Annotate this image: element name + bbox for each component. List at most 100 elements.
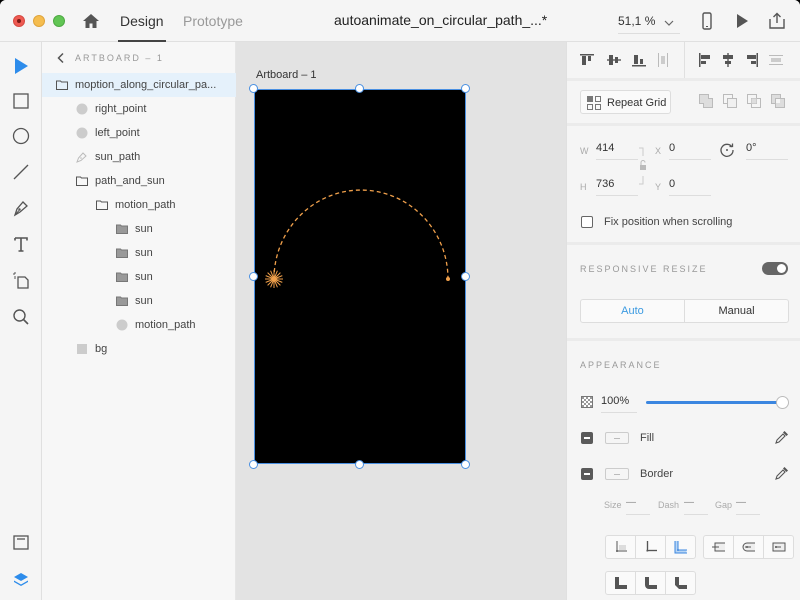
home-icon[interactable] <box>82 12 100 30</box>
align-center-icon[interactable] <box>720 52 736 68</box>
opacity-input[interactable]: 100% <box>601 395 637 413</box>
square-cap-button[interactable] <box>764 536 794 558</box>
minimize-window-button[interactable] <box>33 15 45 27</box>
artboard-label[interactable]: Artboard – 1 <box>256 69 317 81</box>
text-tool-icon[interactable] <box>12 235 30 253</box>
resize-handle-bottom-right[interactable] <box>461 460 470 469</box>
layer-item[interactable]: left_point <box>42 121 236 145</box>
opacity-icon <box>581 396 593 408</box>
align-right-icon[interactable] <box>744 52 760 68</box>
artboard[interactable] <box>254 89 466 464</box>
pen-tool-icon[interactable] <box>12 199 30 217</box>
layer-item[interactable]: motion_path <box>42 193 236 217</box>
tab-prototype[interactable]: Prototype <box>183 12 243 42</box>
stroke-join-group <box>605 571 696 595</box>
align-bottom-icon[interactable] <box>631 52 647 68</box>
intersect-icon[interactable] <box>746 93 762 109</box>
artboard-artwork <box>265 189 450 288</box>
y-input[interactable]: 0 <box>669 178 711 196</box>
chevron-left-icon[interactable] <box>56 52 66 64</box>
distribute-horizontal-icon[interactable] <box>768 52 784 68</box>
layer-item[interactable]: sun <box>42 289 236 313</box>
select-tool-icon[interactable] <box>12 57 30 75</box>
fill-color-swatch[interactable] <box>605 432 629 444</box>
width-input[interactable]: 414 <box>596 142 638 160</box>
fill-toggle-checkbox[interactable] <box>581 432 593 444</box>
ellipse-tool-icon[interactable] <box>12 127 30 145</box>
layers-panel-icon[interactable] <box>12 571 30 589</box>
round-join-button[interactable] <box>636 572 666 594</box>
device-preview-icon[interactable] <box>698 12 716 30</box>
bevel-join-button[interactable] <box>666 572 696 594</box>
layer-item[interactable]: moption_along_circular_pa... <box>42 73 236 97</box>
fill-eyedropper-icon[interactable] <box>774 430 789 445</box>
lock-aspect-icon[interactable] <box>639 146 649 186</box>
repeat-grid-button[interactable]: Repeat Grid <box>580 90 671 114</box>
align-left-icon[interactable] <box>697 52 713 68</box>
artboard-tool-icon[interactable] <box>12 271 30 289</box>
zoom-level-dropdown[interactable]: 51,1 % <box>618 14 680 34</box>
maximize-window-button[interactable] <box>53 15 65 27</box>
layers-header: ARTBOARD – 1 <box>42 50 236 68</box>
layer-item[interactable]: sun <box>42 241 236 265</box>
design-canvas[interactable]: Artboard – 1 <box>236 42 566 600</box>
subtract-icon[interactable] <box>722 93 738 109</box>
dash-value: — <box>684 497 694 508</box>
resize-handle-left[interactable] <box>249 272 258 281</box>
rotation-input[interactable]: 0° <box>746 142 788 160</box>
opacity-slider-thumb[interactable] <box>776 396 789 409</box>
opacity-slider-track[interactable] <box>646 401 783 404</box>
round-cap-button[interactable] <box>734 536 764 558</box>
resize-handle-top-left[interactable] <box>249 84 258 93</box>
rotation-value: 0° <box>746 142 757 154</box>
gap-input[interactable]: — <box>736 497 760 515</box>
layer-item[interactable]: sun <box>42 265 236 289</box>
gap-label: Gap <box>715 500 733 510</box>
close-window-button[interactable] <box>13 15 25 27</box>
resize-mode-manual[interactable]: Manual <box>685 300 788 322</box>
resize-handle-top-right[interactable] <box>461 84 470 93</box>
border-size-input[interactable]: — <box>626 497 650 515</box>
play-icon[interactable] <box>733 12 751 30</box>
resize-mode-auto[interactable]: Auto <box>581 300 685 322</box>
zoom-tool-icon[interactable] <box>12 308 30 326</box>
bevel-join-icon <box>675 577 687 589</box>
layer-item[interactable]: sun_path <box>42 145 236 169</box>
width-label: W <box>580 146 589 156</box>
layer-item[interactable]: path_and_sun <box>42 169 236 193</box>
layer-item[interactable]: right_point <box>42 97 236 121</box>
dash-input[interactable]: — <box>684 497 708 515</box>
layer-item[interactable]: sun <box>42 217 236 241</box>
border-color-swatch[interactable] <box>605 468 629 480</box>
add-union-icon[interactable] <box>698 93 714 109</box>
miter-join-button[interactable] <box>606 572 636 594</box>
distribute-vertical-icon[interactable] <box>655 52 671 68</box>
butt-cap-button[interactable] <box>704 536 734 558</box>
stroke-outer-button[interactable] <box>666 536 696 558</box>
share-icon[interactable] <box>768 12 786 30</box>
exclude-overlap-icon[interactable] <box>770 93 786 109</box>
x-input[interactable]: 0 <box>669 142 711 160</box>
line-tool-icon[interactable] <box>12 163 30 181</box>
layer-item[interactable]: motion_path <box>42 313 236 337</box>
align-top-icon[interactable] <box>579 52 595 68</box>
border-toggle-checkbox[interactable] <box>581 468 593 480</box>
stroke-inner-button[interactable] <box>606 536 636 558</box>
resize-handle-bottom[interactable] <box>355 460 364 469</box>
rotate-icon <box>720 143 734 157</box>
height-value: 736 <box>596 178 615 190</box>
fix-position-checkbox[interactable] <box>581 216 593 228</box>
resize-handle-right[interactable] <box>461 272 470 281</box>
align-middle-icon[interactable] <box>606 52 622 68</box>
border-eyedropper-icon[interactable] <box>774 466 789 481</box>
appearance-title: APPEARANCE <box>580 360 662 370</box>
stroke-center-button[interactable] <box>636 536 666 558</box>
height-input[interactable]: 736 <box>596 178 638 196</box>
layer-item[interactable]: bg <box>42 337 236 361</box>
resize-handle-bottom-left[interactable] <box>249 460 258 469</box>
responsive-resize-toggle[interactable] <box>762 262 788 275</box>
assets-panel-icon[interactable] <box>12 534 30 552</box>
tab-design[interactable]: Design <box>118 12 166 42</box>
resize-handle-top[interactable] <box>355 84 364 93</box>
rectangle-tool-icon[interactable] <box>12 92 30 110</box>
